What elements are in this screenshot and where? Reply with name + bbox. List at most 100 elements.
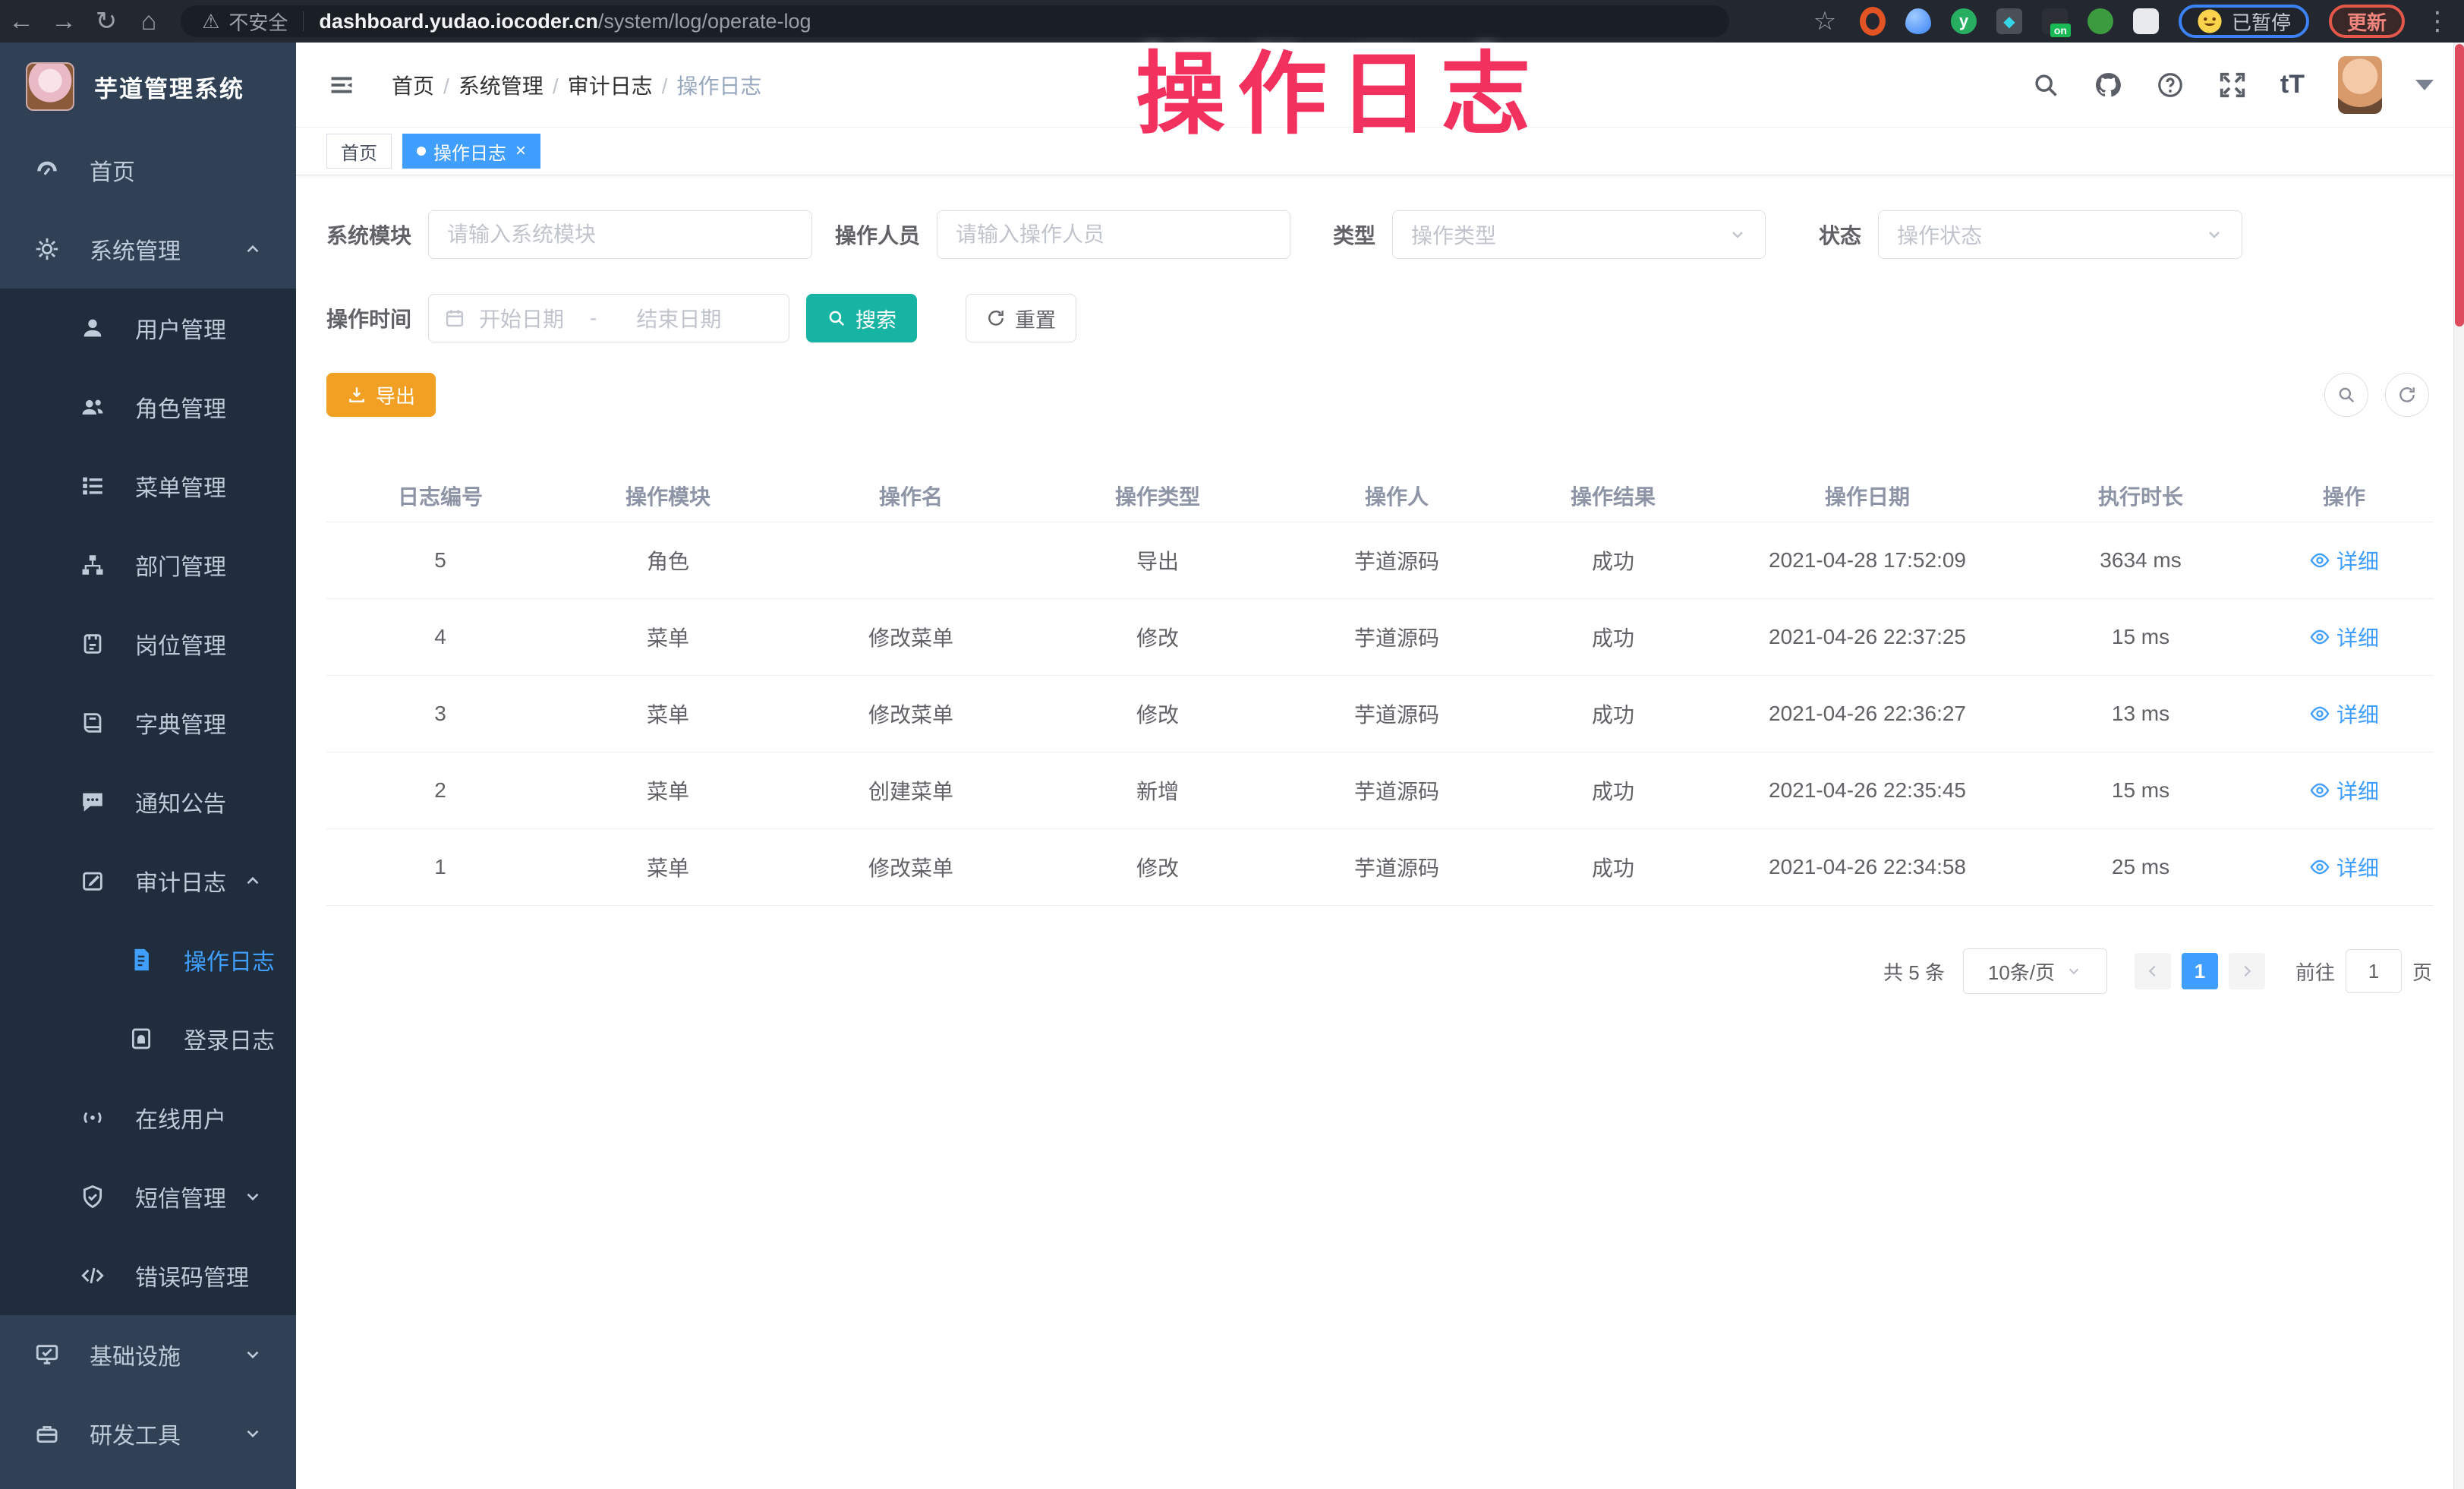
toolbox-icon [33,1420,61,1447]
tag-operate-log[interactable]: 操作日志 × [402,134,540,169]
bookmark-star-icon[interactable]: ☆ [1810,0,1840,43]
avatar-caret-icon[interactable] [2415,80,2434,90]
door-icon [128,1025,155,1052]
sidebar-item-user-management[interactable]: 用户管理 [0,289,296,368]
breadcrumb-audit[interactable]: 审计日志 [568,70,668,100]
eye-icon [2309,780,2330,801]
status-label: 状态 [1819,219,1861,250]
sidebar: 芋道管理系统 首页 系统管理 [0,43,296,1489]
toggle-search-button[interactable] [2324,373,2368,417]
search-icon[interactable] [2031,71,2060,99]
date-range-picker[interactable]: 开始日期 - 结束日期 [428,294,789,342]
breadcrumb-home[interactable]: 首页 [392,70,449,100]
extension-green-y-icon[interactable]: y [1951,8,1977,34]
users-icon [79,393,106,421]
extension-blue-drop-icon[interactable] [1905,8,1931,34]
goto-page-input[interactable] [2346,949,2402,993]
breadcrumb-current: 操作日志 [676,70,761,100]
sidebar-item-audit-log[interactable]: 审计日志 [0,841,296,920]
user-avatar[interactable] [2338,56,2382,114]
breadcrumb-system[interactable]: 系统管理 [458,70,559,100]
sidebar-item-system-management[interactable]: 系统管理 [0,210,296,289]
extension-orange-ring-icon[interactable] [1860,8,1886,34]
calendar-icon [444,308,465,329]
sidebar-item-dict-management[interactable]: 字典管理 [0,683,296,762]
browser-back-icon[interactable]: ← [0,0,43,43]
col-duration: 执行时长 [2027,470,2254,522]
table-row: 5 角色 导出 芋道源码 成功 2021-04-28 17:52:09 3634… [326,522,2434,599]
start-date-placeholder: 开始日期 [479,303,564,333]
app-header: 首页 系统管理 审计日志 操作日志 tT [296,43,2464,128]
sidebar-item-role-management[interactable]: 角色管理 [0,368,296,446]
prev-page-button[interactable] [2135,953,2171,989]
tag-close-icon[interactable]: × [515,142,526,160]
chevron-left-icon [2144,963,2161,980]
extension-white-icon[interactable] [2133,8,2159,34]
time-label: 操作时间 [326,303,411,333]
sidebar-item-error-code[interactable]: 错误码管理 [0,1236,296,1315]
sidebar-item-dev-tools[interactable]: 研发工具 [0,1394,296,1473]
browser-toolbar: ← → ↻ ⌂ ⚠ 不安全 dashboard.yudao.iocoder.cn… [0,0,2464,43]
sidebar-item-online-users[interactable]: 在线用户 [0,1078,296,1157]
monitor-icon [33,1341,61,1368]
browser-reload-icon[interactable]: ↻ [85,0,128,43]
sidebar-item-login-log[interactable]: 登录日志 [0,999,296,1078]
browser-forward-icon[interactable]: → [43,0,85,43]
type-select[interactable]: 操作类型 [1392,210,1766,259]
page-unit-label: 页 [2412,957,2432,986]
help-icon[interactable] [2156,71,2185,99]
operator-input[interactable] [937,210,1290,259]
table-row: 3 菜单 修改菜单 修改 芋道源码 成功 2021-04-26 22:36:27… [326,676,2434,752]
sidebar-item-menu-management[interactable]: 菜单管理 [0,446,296,525]
breadcrumb: 首页 系统管理 审计日志 操作日志 [392,70,761,100]
browser-update-button[interactable]: 更新 [2329,5,2405,38]
detail-link[interactable]: 详细 [2309,775,2379,806]
extension-leaf-icon[interactable] [2087,8,2113,34]
sidebar-item-post-management[interactable]: 岗位管理 [0,604,296,683]
module-input[interactable] [428,210,812,259]
col-name: 操作名 [782,470,1040,522]
scrollbar-thumb[interactable] [2455,44,2464,327]
sync-paused-badge[interactable]: 已暂停 [2179,5,2309,38]
search-button[interactable]: 搜索 [806,294,917,342]
not-secure-icon: ⚠ [202,10,219,33]
export-button[interactable]: 导出 [326,373,436,417]
end-date-placeholder: 结束日期 [636,303,721,333]
detail-link[interactable]: 详细 [2309,699,2379,729]
page-number-active[interactable]: 1 [2182,953,2218,989]
chevron-right-icon [2239,963,2255,980]
browser-home-icon[interactable]: ⌂ [128,0,170,43]
search-icon [2336,385,2356,405]
sidebar-item-notice[interactable]: 通知公告 [0,762,296,841]
reset-button[interactable]: 重置 [966,294,1076,342]
detail-link[interactable]: 详细 [2309,622,2379,652]
page-size-select[interactable]: 10条/页 [1963,948,2107,994]
detail-link[interactable]: 详细 [2309,545,2379,576]
refresh-table-button[interactable] [2385,373,2429,417]
extension-grid-diamond-icon[interactable]: ◆ [1996,8,2022,34]
browser-menu-icon[interactable]: ⋮ [2425,0,2450,43]
operator-label: 操作人员 [835,219,920,250]
goto-label: 前往 [2295,957,2335,986]
chevron-down-icon [2205,226,2223,244]
next-page-button[interactable] [2229,953,2265,989]
col-operator: 操作人 [1275,470,1518,522]
status-select[interactable]: 操作状态 [1878,210,2242,259]
extension-vpn-icon[interactable]: on [2042,8,2068,34]
page-scrollbar[interactable] [2453,43,2464,1489]
sidebar-item-operate-log[interactable]: 操作日志 [0,920,296,999]
font-size-icon[interactable]: tT [2280,70,2305,99]
type-label: 类型 [1333,219,1375,250]
fullscreen-icon[interactable] [2218,71,2247,99]
sidebar-item-home[interactable]: 首页 [0,131,296,210]
sidebar-item-department-management[interactable]: 部门管理 [0,525,296,604]
sidebar-item-infrastructure[interactable]: 基础设施 [0,1315,296,1394]
eye-icon [2309,856,2330,878]
sidebar-item-sms-management[interactable]: 短信管理 [0,1157,296,1236]
address-bar[interactable]: ⚠ 不安全 dashboard.yudao.iocoder.cn /system… [181,5,1729,37]
github-icon[interactable] [2094,71,2122,99]
chevron-down-icon [1728,226,1747,244]
hamburger-icon[interactable] [326,71,357,99]
tag-home[interactable]: 首页 [326,134,392,169]
detail-link[interactable]: 详细 [2309,852,2379,882]
